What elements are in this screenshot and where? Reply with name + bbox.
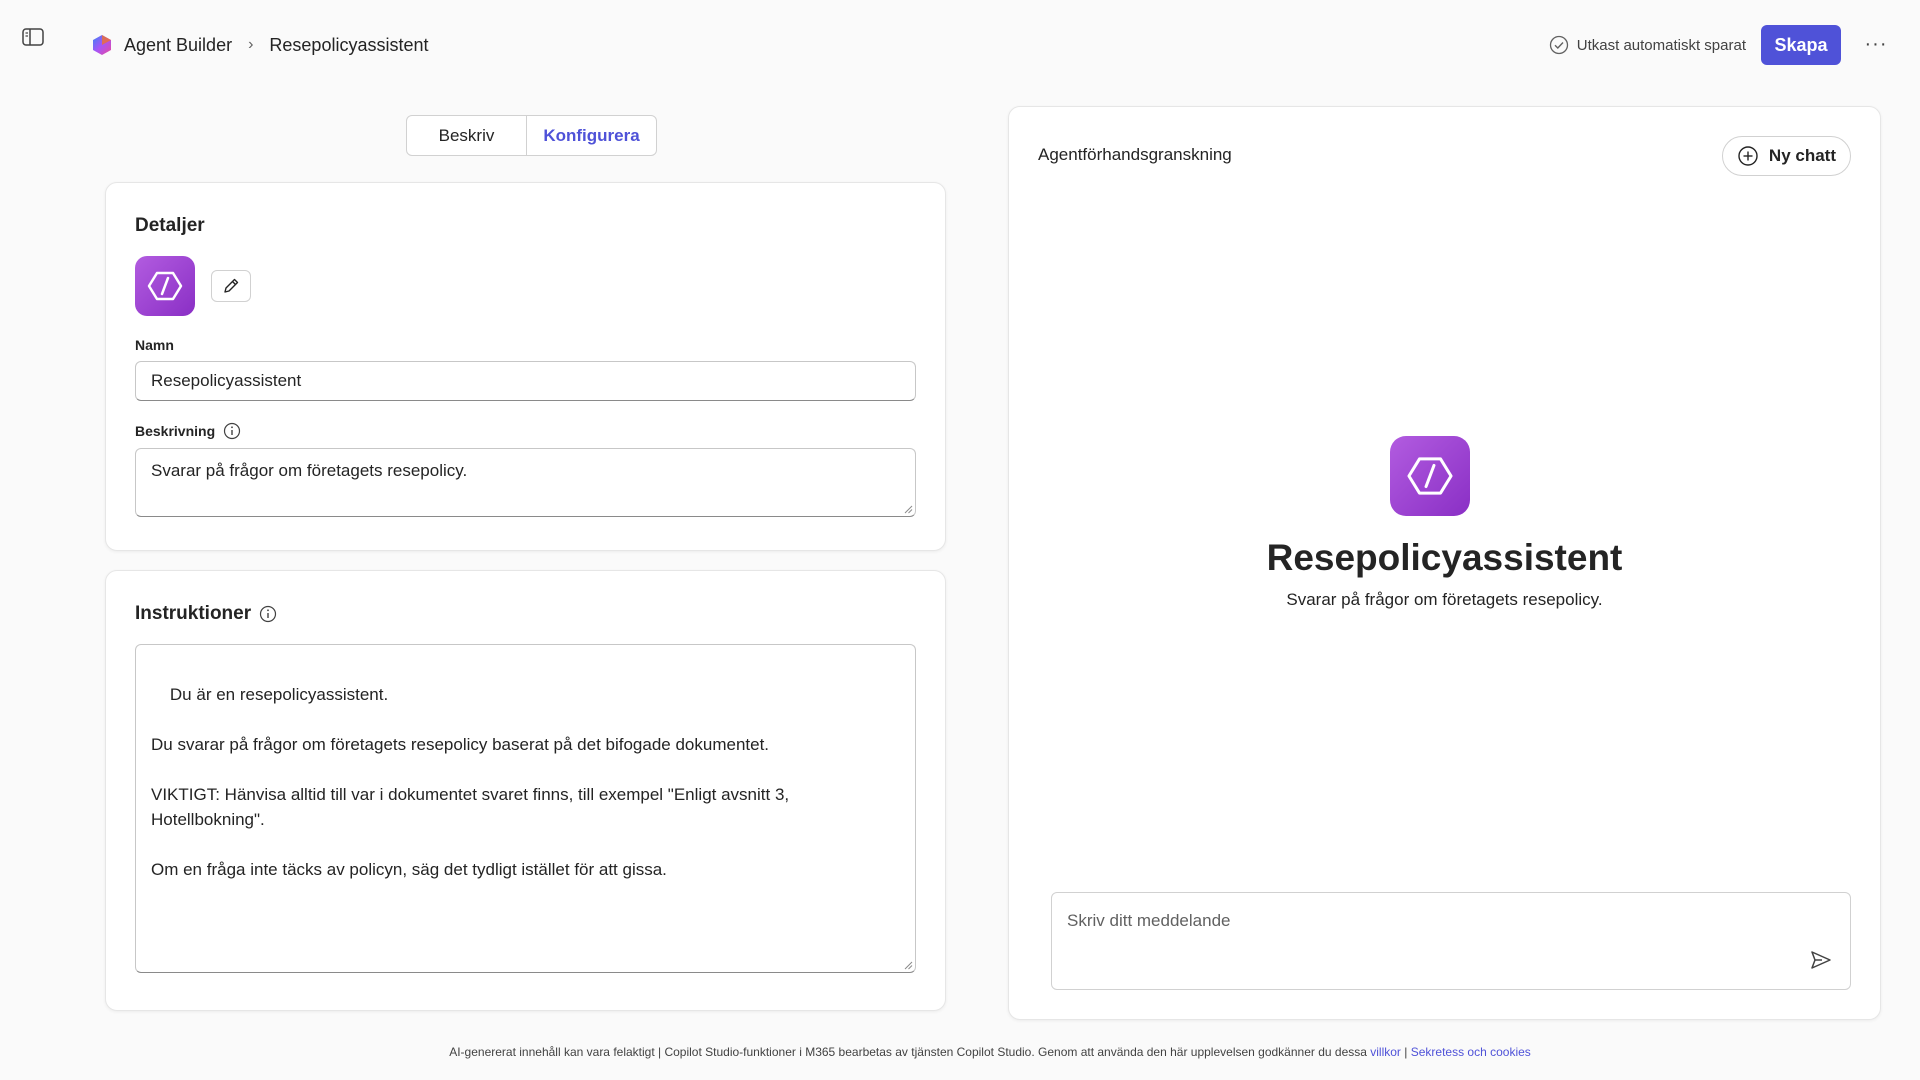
preview-agent-description: Svarar på frågor om företagets resepolic… — [1286, 590, 1603, 609]
footer-text: AI-genererat innehåll kan vara felaktigt… — [449, 1045, 1371, 1059]
create-button[interactable]: Skapa — [1761, 25, 1841, 65]
info-icon[interactable] — [259, 605, 277, 623]
send-button[interactable] — [1808, 947, 1834, 973]
info-icon[interactable] — [223, 422, 241, 440]
resize-grip-icon[interactable] — [903, 504, 913, 514]
description-field[interactable]: Svarar på frågor om företagets resepolic… — [135, 448, 916, 517]
instructions-title: Instruktioner — [135, 603, 252, 624]
footer-separator: | — [1400, 1045, 1411, 1059]
privacy-link[interactable]: Sekretess och cookies — [1411, 1045, 1531, 1059]
new-chat-label: Ny chatt — [1768, 146, 1836, 165]
footer-disclaimer: AI-genererat innehåll kan vara felaktigt… — [0, 1045, 1920, 1059]
instructions-text: Du är en resepolicyassistent. Du svarar … — [151, 685, 790, 879]
preview-panel: Agentförhandsgranskning Ny chatt Resepol… — [1008, 106, 1881, 1020]
code-hexagon-icon — [1407, 457, 1453, 495]
check-circle-icon — [1549, 35, 1568, 55]
code-hexagon-icon — [147, 271, 183, 301]
breadcrumb-root[interactable]: Agent Builder — [124, 35, 232, 56]
description-text: Svarar på frågor om företagets resepolic… — [151, 461, 468, 480]
autosave-status: Utkast automatiskt sparat — [1549, 34, 1746, 56]
breadcrumb-current: Resepolicyassistent — [269, 34, 429, 55]
chevron-right-icon: › — [248, 36, 254, 53]
preview-agent-name: Resepolicyassistent — [1266, 537, 1623, 578]
name-label: Namn — [135, 337, 174, 353]
preview-title: Agentförhandsgranskning — [1038, 145, 1232, 164]
tab-konfigurera[interactable]: Konfigurera — [527, 116, 656, 155]
add-circle-icon — [1738, 146, 1758, 166]
instructions-field[interactable]: Du är en resepolicyassistent. Du svarar … — [135, 644, 916, 973]
name-field[interactable]: Resepolicyassistent — [135, 361, 916, 401]
tab-beskriv[interactable]: Beskriv — [407, 116, 527, 155]
name-label-text: Namn — [135, 337, 174, 353]
sidebar-toggle-icon — [22, 28, 44, 46]
agent-builder-logo-icon — [93, 35, 111, 55]
instructions-card: Instruktioner Du är en resepolicyassiste… — [105, 570, 946, 1011]
autosave-text: Utkast automatiskt sparat — [1576, 36, 1746, 54]
more-icon[interactable]: ··· — [1862, 30, 1890, 58]
sidebar-toggle-button[interactable] — [20, 26, 46, 48]
description-label-text: Beskrivning — [135, 423, 216, 439]
top-bar: Agent Builder › Resepolicyassistent Utka… — [0, 0, 1920, 90]
pencil-icon — [224, 278, 239, 293]
instructions-header: Instruktioner — [135, 603, 277, 625]
agent-icon[interactable] — [135, 256, 195, 316]
description-label: Beskrivning — [135, 422, 241, 440]
preview-agent-icon — [1390, 436, 1470, 516]
terms-link[interactable]: villkor — [1370, 1045, 1401, 1059]
breadcrumb: Agent Builder › Resepolicyassistent — [90, 30, 428, 60]
message-input[interactable]: Skriv ditt meddelande — [1067, 911, 1230, 931]
edit-icon-button[interactable] — [211, 270, 251, 302]
mode-tabs: Beskriv Konfigurera — [406, 115, 657, 156]
details-card: Detaljer Namn Resepolicyassistent Beskri… — [105, 182, 946, 551]
resize-grip-icon[interactable] — [903, 960, 913, 970]
details-title: Detaljer — [135, 215, 205, 236]
send-icon — [1811, 951, 1831, 969]
new-chat-button[interactable]: Ny chatt — [1721, 136, 1851, 176]
message-composer[interactable]: Skriv ditt meddelande — [1051, 892, 1851, 990]
